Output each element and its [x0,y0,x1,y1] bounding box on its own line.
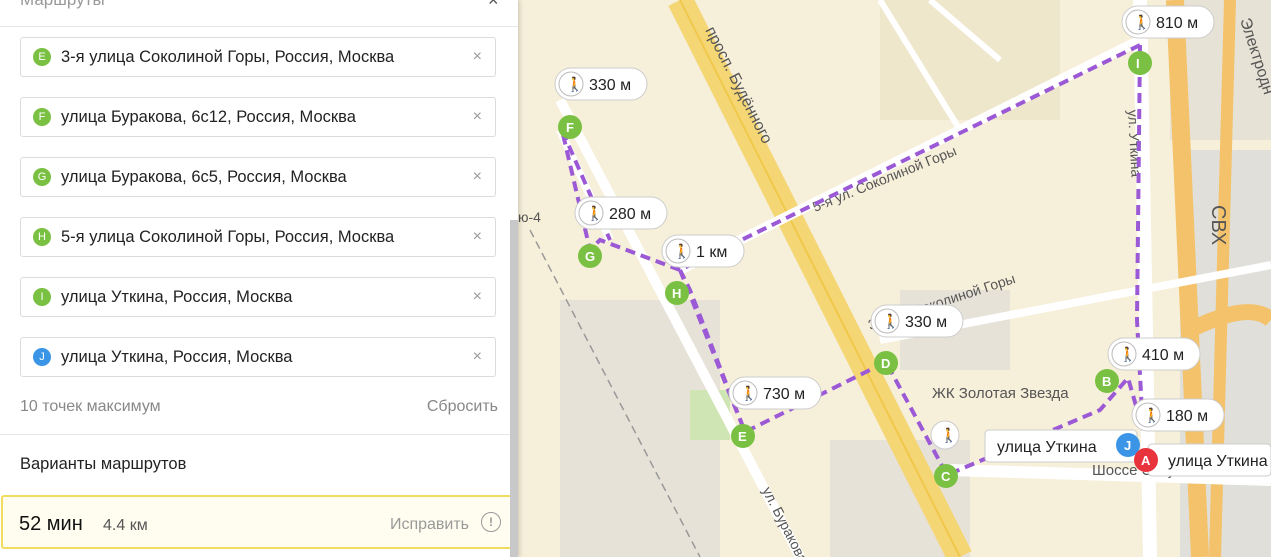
marker-i[interactable]: I [1128,51,1152,75]
route-distance: 4.4 км [103,517,148,534]
walk-distance: 280 м [609,206,651,223]
walk-bubble-b[interactable]: 🚶 410 м [1107,337,1201,371]
walk-bubble-d[interactable]: 🚶 330 м [870,304,964,338]
endpoint-a[interactable]: A улица Уткина [1134,443,1271,477]
divider [0,434,518,435]
waypoint-badge: H [33,228,51,246]
walk-distance: 1 км [696,244,727,261]
fix-route-button[interactable]: Исправить [390,516,469,534]
svg-text:B: B [1102,374,1111,389]
walk-distance: 730 м [763,386,805,403]
walk-distance: 810 м [1156,15,1198,32]
walk-distance: 180 м [1166,408,1208,425]
marker-d[interactable]: D [874,351,898,375]
panel-header: Маршруты ⌃ × [0,0,518,27]
scrollbar[interactable] [510,220,518,557]
svg-text:E: E [738,429,747,444]
panel-title: Маршруты [20,0,105,10]
waypoint-badge: F [33,108,51,126]
walk-bubble-g[interactable]: 🚶 280 м [574,196,668,230]
svg-text:🚶: 🚶 [740,385,757,402]
route-time: 52 мин [19,513,83,535]
zhk-label: ЖК Золотая Звезда [932,385,1069,402]
clear-icon[interactable]: × [473,108,482,126]
collapse-icon[interactable]: ⌃ [440,0,455,11]
svg-text:I: I [1136,56,1140,71]
walking-icon: 🚶 [940,427,957,444]
svg-text:C: C [941,469,951,484]
endpoint-j-letter: J [1124,438,1131,453]
waypoint-address[interactable]: 3-я улица Соколиной Горы, Россия, Москва [61,48,394,67]
svg-text:🚶: 🚶 [1143,407,1160,424]
route-variants-title: Варианты маршрутов [20,455,187,473]
waypoint-field[interactable]: G улица Буракова, 6с5, Россия, Москва × [20,157,496,197]
endpoint-j[interactable]: улица Уткина J [984,429,1140,463]
waypoint-field[interactable]: E 3-я улица Соколиной Горы, Россия, Моск… [20,37,496,77]
marker-b[interactable]: B [1095,369,1119,393]
walk-bubble-h[interactable]: 🚶 1 км [661,234,745,268]
clear-icon[interactable]: × [473,348,482,366]
svg-text:🚶: 🚶 [673,243,690,260]
waypoint-address[interactable]: улица Уткина, Россия, Москва [61,348,292,367]
waypoint-badge: G [33,168,51,186]
waypoint-field[interactable]: H 5-я улица Соколиной Горы, Россия, Моск… [20,217,496,257]
zhk-label-text: ЖК Золотая Звезда [932,385,1069,402]
marker-c[interactable]: C [934,464,958,488]
waypoint-field[interactable]: J улица Уткина, Россия, Москва × [20,337,496,377]
close-icon[interactable]: × [488,0,499,11]
reset-button[interactable]: Сбросить [427,398,498,416]
endpoint-a-label: улица Уткина [1168,453,1268,470]
svg-text:🚶: 🚶 [1119,346,1136,363]
clear-icon[interactable]: × [473,168,482,186]
walk-bubble-i[interactable]: 🚶 810 м [1121,5,1215,39]
waypoint-field[interactable]: F улица Буракова, 6с12, Россия, Москва × [20,97,496,137]
marker-e[interactable]: E [731,424,755,448]
walk-distance: 410 м [1142,347,1184,364]
walk-bubble-e[interactable]: 🚶 730 м [728,376,822,410]
metro-label: ю-4 [518,209,541,225]
walk-bubble-f[interactable]: 🚶 330 м [554,67,648,101]
walk-bubble-c[interactable]: 🚶 [930,420,960,450]
routes-panel: Маршруты ⌃ × E 3-я улица Соколиной Горы,… [0,0,518,557]
svg-text:G: G [585,249,595,264]
waypoint-address[interactable]: 5-я улица Соколиной Горы, Россия, Москва [61,228,394,247]
waypoint-badge: E [33,48,51,66]
svg-text:D: D [881,356,890,371]
svg-text:F: F [566,120,574,135]
clear-icon[interactable]: × [473,288,482,306]
waypoint-address[interactable]: улица Уткина, Россия, Москва [61,288,292,307]
walk-distance: 330 м [905,314,947,331]
waypoint-badge: J [33,348,51,366]
route-option-card[interactable]: 52 мин 4.4 км Исправить ! [1,495,515,549]
street-label-svh: СВХ [1207,205,1229,245]
svg-text:🚶: 🚶 [882,313,899,330]
marker-h[interactable]: H [665,281,689,305]
walk-bubble-a[interactable]: 🚶 180 м [1131,398,1225,432]
waypoint-badge: I [33,288,51,306]
max-points-note: 10 точек максимум [20,398,161,415]
waypoint-field[interactable]: I улица Уткина, Россия, Москва × [20,277,496,317]
marker-f[interactable]: F [558,115,582,139]
endpoint-a-letter: A [1141,453,1151,468]
endpoint-j-label: улица Уткина [997,439,1097,456]
waypoint-address[interactable]: улица Буракова, 6с12, Россия, Москва [61,108,356,127]
svg-text:🚶: 🚶 [566,76,583,93]
clear-icon[interactable]: × [473,228,482,246]
marker-g[interactable]: G [578,244,602,268]
clear-icon[interactable]: × [473,48,482,66]
svg-text:🚶: 🚶 [586,205,603,222]
svg-text:H: H [672,286,681,301]
svg-text:🚶: 🚶 [1133,14,1150,31]
waypoint-address[interactable]: улица Буракова, 6с5, Россия, Москва [61,168,347,187]
info-icon[interactable]: ! [481,512,501,532]
walk-distance: 330 м [589,77,631,94]
